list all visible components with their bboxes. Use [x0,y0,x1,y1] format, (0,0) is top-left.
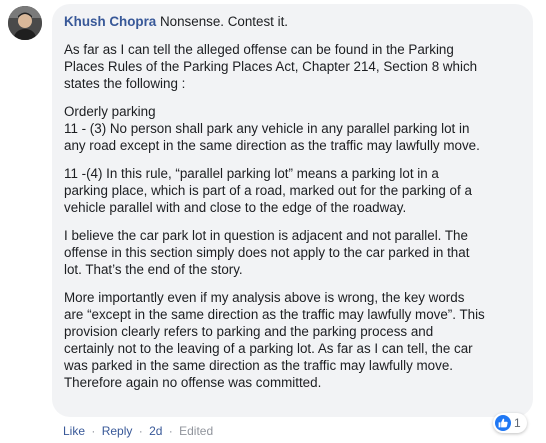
comment-text-line: parking place, which is part of a road, … [64,183,472,198]
comment-text-line: Orderly parking [64,104,156,119]
comment-text-line: Places Rules of the Parking Places Act, … [64,59,478,74]
comment-text-line: certainly not to the leaving of a parkin… [64,341,473,356]
comment-paragraph: More importantly even if my analysis abo… [64,289,521,391]
comment-paragraph: Orderly parking 11 - (3) No person shall … [64,103,521,154]
comment-text-line: was parked in the same direction as the … [64,358,453,373]
comment-text-line: states the following : [64,76,186,91]
comment-text-line: any road except in the same direction as… [64,138,480,153]
comment-text-line: 11 - (3) No person shall park any vehicl… [64,121,470,136]
comment-text-line: As far as I can tell the alleged offense… [64,42,454,57]
comment-paragraph: I believe the car park lot in question i… [64,227,521,278]
comment-text-line: vehicle parallel with and close to the e… [64,200,407,215]
like-icon [495,415,511,431]
comment-body: As far as I can tell the alleged offense… [64,41,521,391]
comment: Khush Chopra Nonsense. Contest it. As fa… [0,0,546,443]
reaction-count[interactable]: 1 [493,413,527,433]
comment-actions: Like · Reply · 2d · Edited [63,424,213,438]
edited-label[interactable]: Edited [179,424,213,438]
comment-text-line: provision clearly refers to parking and … [64,324,434,339]
comment-first-line: Nonsense. Contest it. [159,14,289,29]
comment-text-line: 11 -(4) In this rule, “parallel parking … [64,166,439,181]
comment-text-line: lot. That’s the end of the story. [64,262,243,277]
reply-link[interactable]: Reply [102,424,133,438]
separator: · [91,424,96,438]
avatar[interactable] [8,6,42,40]
like-link[interactable]: Like [63,424,85,438]
separator: · [138,424,143,438]
comment-header: Khush Chopra Nonsense. Contest it. [64,13,521,30]
comment-text-line: are “except in the same direction as the… [64,307,485,322]
reaction-count-text: 1 [514,416,521,430]
comment-text-line: offense in this section simply does not … [64,245,470,260]
author-name[interactable]: Khush Chopra [64,14,156,29]
comment-text-line: More importantly even if my analysis abo… [64,290,465,305]
avatar-photo [8,6,42,40]
comment-paragraph: As far as I can tell the alleged offense… [64,41,521,92]
comment-paragraph: 11 -(4) In this rule, “parallel parking … [64,165,521,216]
timestamp[interactable]: 2d [149,424,162,438]
comment-text-line: Therefore again no offense was committed… [64,375,322,390]
comment-bubble: Khush Chopra Nonsense. Contest it. As fa… [52,4,533,417]
separator: · [168,424,173,438]
comment-text-line: I believe the car park lot in question i… [64,228,468,243]
